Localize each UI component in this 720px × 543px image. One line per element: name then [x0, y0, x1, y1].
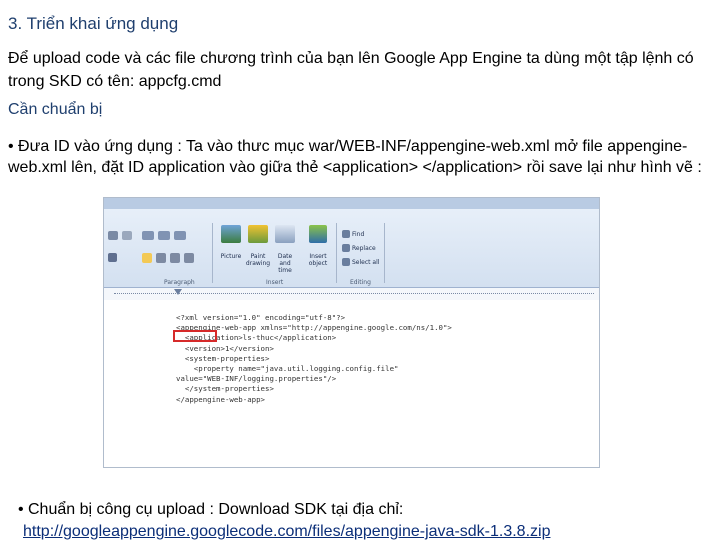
highlight-icon — [122, 231, 132, 240]
align-center-icon — [156, 253, 166, 263]
align-left-icon — [142, 253, 152, 263]
section-subheading: Cần chuẩn bị — [8, 101, 103, 118]
replace-label: Replace — [352, 245, 376, 252]
group-divider — [212, 223, 213, 283]
select-all-icon — [342, 258, 350, 266]
ruler-ticks — [114, 293, 594, 295]
bullet-add-id: • Đưa ID vào ứng dụng : Ta vào thưc mục … — [8, 138, 702, 176]
group-insert-label: Insert — [266, 279, 284, 286]
xml-line: </system-properties> — [176, 384, 274, 394]
xml-code: <?xml version="1.0" encoding="utf-8"?> <a… — [176, 313, 452, 405]
xml-line: </appengine-web-app> — [176, 394, 265, 404]
insert-object-label: Insert object — [308, 253, 328, 267]
bullet-upload-tool: • Chuẩn bị công cụ upload : Download SDK… — [18, 499, 708, 543]
insert-picture-label: Picture — [220, 253, 242, 260]
xml-line: <?xml version="1.0" encoding="utf-8"?> — [176, 313, 346, 322]
xml-line: <version>1</version> — [176, 343, 274, 353]
xml-line: <property name="java.util.logging.config… — [176, 364, 399, 374]
bullet-upload-text: Chuẩn bị công cụ upload : Download SDK t… — [28, 501, 404, 518]
select-all-label: Select all — [352, 259, 380, 266]
insert-object-icon — [309, 225, 327, 243]
insert-paint-label: Paint drawing — [245, 253, 271, 267]
xml-line: <appengine-web-app xmlns="http://appengi… — [176, 323, 452, 333]
outdent-icon — [174, 231, 186, 240]
picture-icon — [221, 225, 241, 243]
indent-icon — [158, 231, 170, 240]
xml-line: <system-properties> — [176, 353, 270, 363]
xml-line: value="WEB-INF/logging.properties"/> — [176, 374, 337, 384]
align-right-icon — [170, 253, 180, 263]
group-paragraph-label: Paragraph — [164, 279, 195, 286]
replace-icon — [342, 244, 350, 252]
bullet-marker: • — [18, 501, 24, 518]
group-divider — [384, 223, 385, 283]
find-icon — [342, 230, 350, 238]
application-id-highlight — [173, 330, 217, 342]
list-icon — [142, 231, 154, 240]
xml-line: <application>ls-thuc</application> — [176, 333, 337, 343]
slide-title: 3. Triển khai ứng dụng — [8, 14, 179, 33]
justify-icon — [184, 253, 194, 263]
indent-marker-icon — [174, 289, 182, 295]
font-color-icon — [108, 231, 118, 240]
ribbon-bar: Paragraph Picture Paint drawing Date and… — [104, 209, 599, 288]
insert-date-label: Date and time — [277, 253, 293, 274]
find-label: Find — [352, 231, 365, 238]
paint-drawing-icon — [248, 225, 268, 243]
format-icon — [108, 253, 117, 262]
group-divider — [336, 223, 337, 283]
intro-paragraph: Để upload code và các file chương trình … — [8, 50, 694, 90]
group-editing-label: Editing — [350, 279, 371, 286]
date-time-icon — [275, 225, 295, 243]
